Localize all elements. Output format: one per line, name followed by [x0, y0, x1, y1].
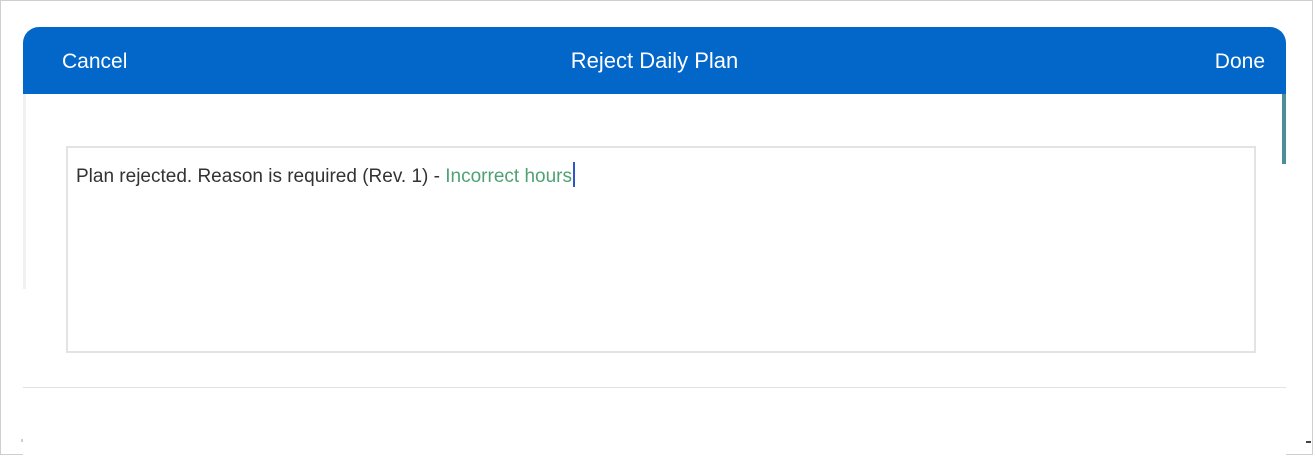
right-edge-accent [1282, 94, 1286, 164]
left-edge-shadow [23, 94, 26, 289]
textarea-content: Plan rejected. Reason is required (Rev. … [76, 162, 575, 188]
reason-entered-text: Incorrect hours [445, 166, 572, 187]
rejection-reason-textarea[interactable]: Plan rejected. Reason is required (Rev. … [66, 146, 1256, 353]
modal-title: Reject Daily Plan [570, 48, 739, 73]
reason-prefix-text: Plan rejected. Reason is required (Rev. … [76, 166, 446, 187]
reject-plan-modal: Cancel Reject Daily Plan Done Plan rejec… [23, 27, 1286, 455]
done-button[interactable]: Done [1215, 27, 1265, 94]
footer-divider [23, 387, 1286, 388]
text-caret [573, 162, 575, 187]
modal-header: Cancel Reject Daily Plan Done [23, 27, 1286, 94]
resize-mark-right [1306, 441, 1311, 443]
